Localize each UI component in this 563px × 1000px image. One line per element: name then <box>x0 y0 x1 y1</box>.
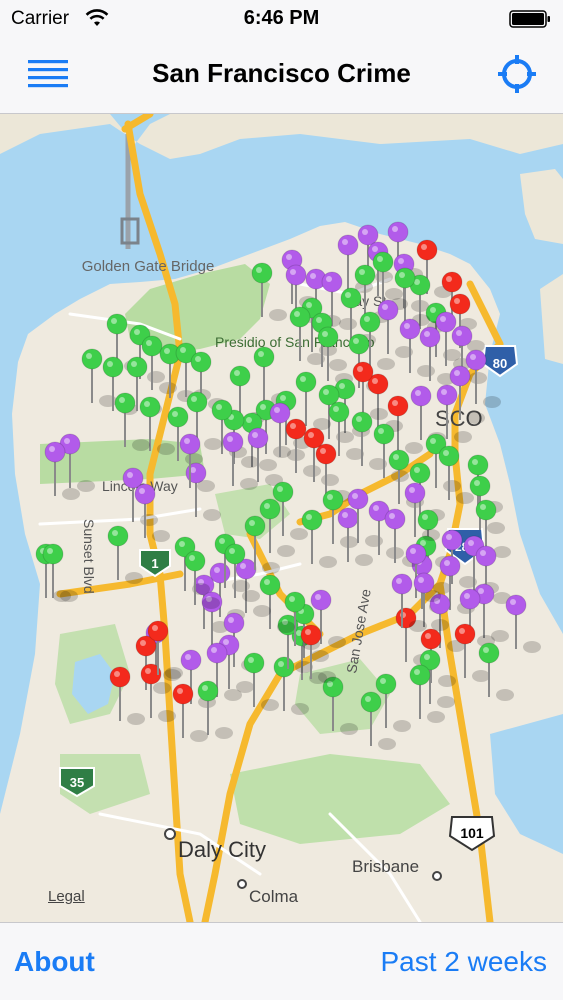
wifi-icon <box>85 9 109 26</box>
time-range-button[interactable]: Past 2 weeks <box>380 946 547 978</box>
navigation-bar: San Francisco Crime <box>0 38 563 114</box>
carrier-label: Carrier <box>11 8 70 29</box>
hwy-80-label: 80 <box>493 356 507 371</box>
brisbane-label: Brisbane <box>352 857 419 876</box>
location-crosshair-icon[interactable] <box>497 54 537 94</box>
hwy-1-label: 1 <box>151 556 158 571</box>
hwy-101-label: 101 <box>460 825 484 841</box>
bottom-toolbar: About Past 2 weeks <box>0 922 563 1000</box>
legal-link[interactable]: Legal <box>48 888 85 905</box>
about-button[interactable]: About <box>14 946 95 978</box>
battery-icon <box>509 10 550 28</box>
map-canvas[interactable]: 80 280 1 35 101 Golden Gate Bridge Presi… <box>0 114 563 922</box>
page-title: San Francisco Crime <box>152 58 411 88</box>
daly-city-label: Daly City <box>178 837 266 862</box>
golden-gate-label: Golden Gate Bridge <box>82 258 215 275</box>
sunset-blvd-label: Sunset Blvd <box>81 519 97 594</box>
hwy-35-label: 35 <box>70 775 84 790</box>
status-bar: Carrier 6:46 PM <box>0 0 563 38</box>
colma-label: Colma <box>249 887 299 906</box>
hamburger-menu-icon[interactable] <box>26 56 70 92</box>
crime-map[interactable]: 80 280 1 35 101 Golden Gate Bridge Presi… <box>0 114 563 922</box>
